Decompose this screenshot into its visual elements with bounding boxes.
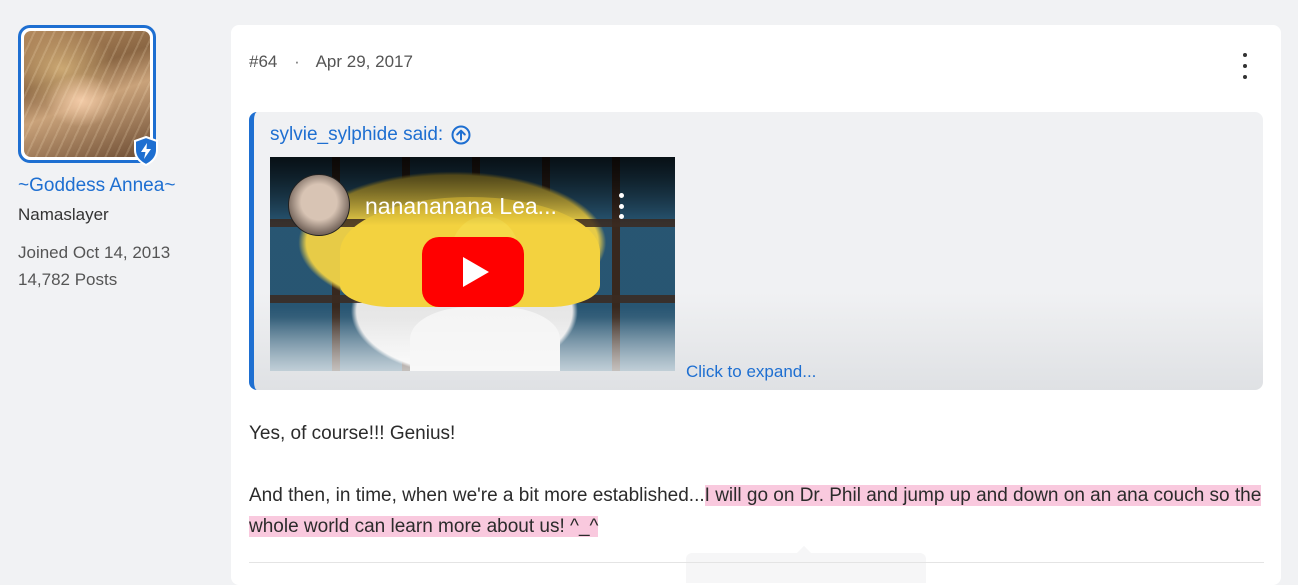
video-menu-icon[interactable]	[618, 193, 624, 219]
youtube-embed[interactable]: nanananana Lea...	[270, 157, 675, 371]
user-joined: Joined Oct 14, 2013	[18, 243, 171, 262]
post-body: Yes, of course!!! Genius! And then, in t…	[249, 418, 1264, 542]
post-meta: #64 · Apr 29, 2017	[249, 52, 413, 72]
play-button[interactable]	[422, 237, 524, 307]
quote-author-label: sylvie_sylphide said:	[270, 124, 444, 145]
post-text-paragraph: And then, in time, when we're a bit more…	[249, 480, 1264, 542]
post-date[interactable]: Apr 29, 2017	[316, 52, 413, 71]
arrow-up-circle-icon[interactable]	[451, 125, 471, 145]
post-text-plain: And then, in time, when we're a bit more…	[249, 485, 705, 506]
divider	[249, 562, 1264, 563]
quote-block: sylvie_sylphide said: nanananana Lea... …	[249, 112, 1263, 390]
shield-bolt-icon	[134, 136, 158, 166]
post-card: #64 · Apr 29, 2017 sylvie_sylphide said:…	[231, 25, 1281, 585]
post-number-link[interactable]: #64	[249, 52, 277, 71]
avatar[interactable]	[18, 25, 158, 166]
post-text-line: Yes, of course!!! Genius!	[249, 423, 456, 444]
expand-quote-link[interactable]: Click to expand...	[686, 362, 816, 382]
avatar-image	[24, 31, 150, 157]
channel-avatar[interactable]	[288, 174, 350, 236]
selection-toolbar	[686, 553, 926, 583]
video-title[interactable]: nanananana Lea...	[365, 193, 595, 220]
more-vertical-icon[interactable]	[1235, 53, 1255, 79]
username-link[interactable]: ~Goddess Annea~	[18, 175, 218, 197]
user-post-count: 14,782 Posts	[18, 270, 118, 289]
user-title: Namaslayer	[18, 205, 109, 224]
quote-author-link[interactable]: sylvie_sylphide said:	[270, 124, 471, 146]
user-info: ~Goddess Annea~ Namaslayer Joined Oct 14…	[18, 25, 218, 293]
meta-separator: ·	[294, 52, 300, 71]
